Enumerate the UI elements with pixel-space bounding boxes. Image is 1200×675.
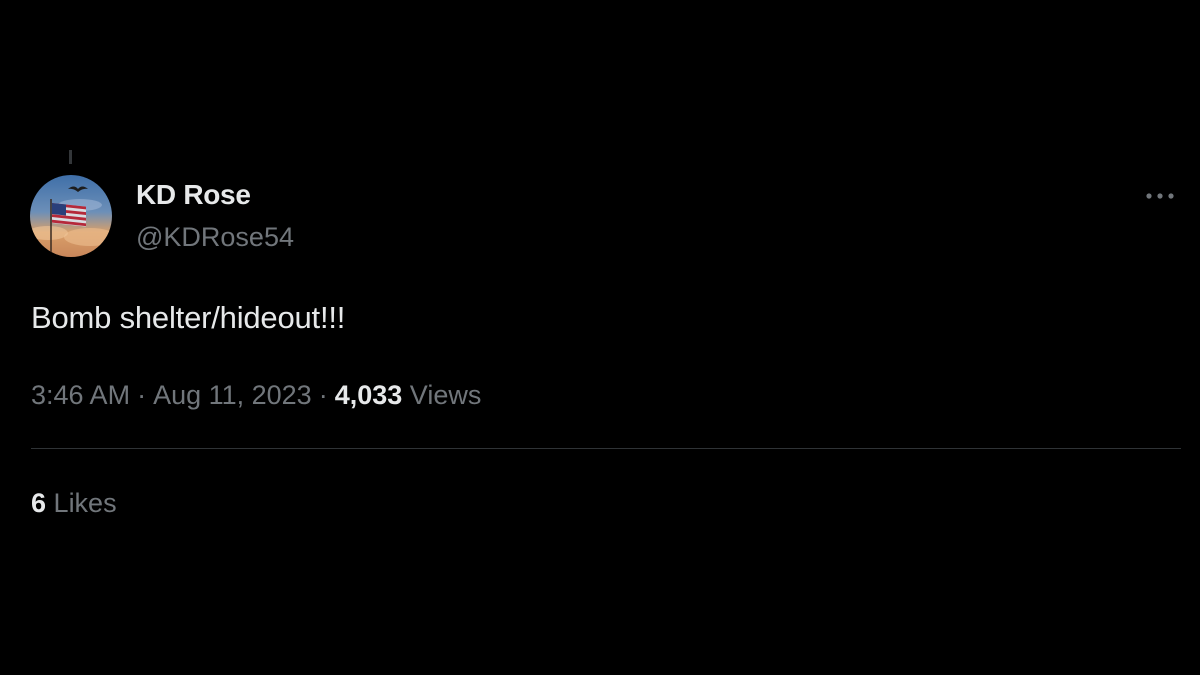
thread-connector-line	[69, 150, 72, 164]
views-label: Views	[409, 380, 482, 410]
views-count: 4,033	[334, 380, 403, 410]
tweet-detail-page: KD Rose @KDRose54 Bomb shelter/hideout!!…	[0, 0, 1200, 675]
likes-count: 6	[31, 488, 47, 518]
tweet-date-link[interactable]: Aug 11, 2023	[153, 380, 312, 410]
tweet-time-link[interactable]: 3:46 AM	[31, 380, 130, 410]
likes-stat[interactable]: 6 Likes	[31, 486, 117, 520]
meta-separator: ·	[137, 380, 147, 410]
display-name[interactable]: KD Rose	[136, 178, 294, 212]
user-handle[interactable]: @KDRose54	[136, 220, 294, 254]
tweet-meta: 3:46 AM · Aug 11, 2023 · 4,033 Views	[31, 378, 481, 412]
user-info: KD Rose @KDRose54	[136, 178, 294, 254]
divider	[31, 448, 1181, 449]
more-options-button[interactable]	[1140, 182, 1180, 210]
likes-label: Likes	[53, 488, 117, 518]
meta-separator: ·	[318, 380, 328, 410]
tweet-text: Bomb shelter/hideout!!!	[31, 300, 346, 335]
tweet-time: 3:46 AM	[31, 380, 131, 410]
tweet-date: Aug 11, 2023	[153, 380, 312, 410]
views-stat[interactable]: 4,033 Views	[335, 380, 482, 410]
more-dots-icon	[1146, 193, 1174, 199]
flag-avatar-icon	[30, 175, 112, 257]
avatar[interactable]	[30, 175, 112, 257]
